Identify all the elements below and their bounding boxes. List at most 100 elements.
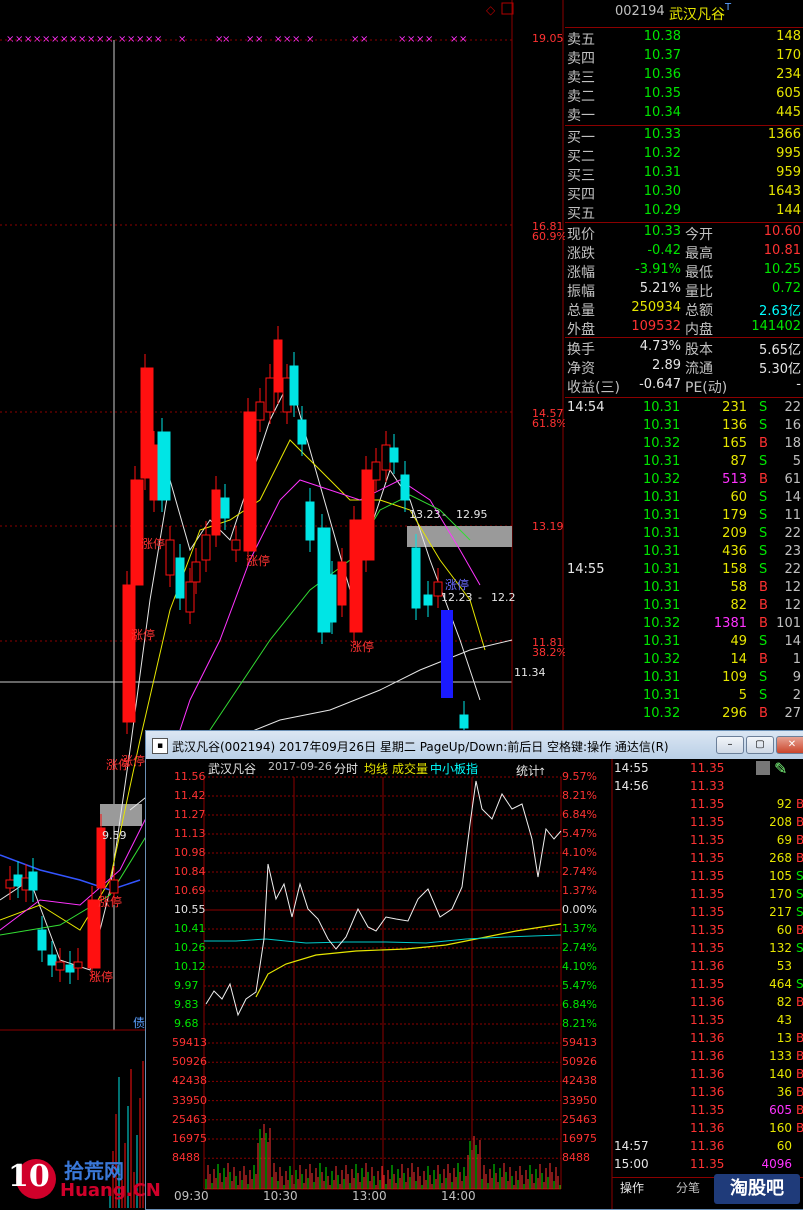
popup-tick-price: 11.36 [690, 1049, 725, 1063]
row-volume: 170 [776, 48, 801, 63]
candle-body [255, 401, 265, 421]
square-icon [501, 2, 514, 15]
tick-flag: S [759, 526, 768, 541]
popup-tick-price: 11.35 [690, 941, 725, 955]
tick-price: 10.31 [643, 400, 681, 415]
scroll-box[interactable] [756, 761, 770, 775]
volume-axis-label: 50926 [172, 1055, 207, 1069]
popup-tick-price: 11.36 [690, 959, 725, 973]
candle-body [55, 961, 65, 971]
minimize-button[interactable]: – [716, 736, 744, 754]
limit-up-label: 涨停 [98, 895, 123, 909]
price-axis-label: 11.13 [174, 827, 206, 840]
tick-volume: 109 [722, 670, 747, 685]
tick-flag: S [759, 490, 768, 505]
popup-titlebar[interactable]: ▪ 武汉凡谷(002194) 2017年09月26日 星期二 PageUp/Do… [146, 731, 803, 759]
candle-body [381, 444, 391, 471]
price-axis-label: 10.26 [174, 941, 206, 954]
tick-row: 10.32 513 B 61 [565, 472, 803, 490]
tick-volume: 136 [722, 418, 747, 433]
tick-price: 10.31 [643, 634, 681, 649]
popup-tick-row: 11.36 36 B [612, 1085, 803, 1103]
candle-body [13, 874, 23, 887]
row-label: 买二 [567, 149, 595, 165]
candle-body [273, 339, 283, 393]
tick-row: 10.31 136 S 16 [565, 418, 803, 436]
popup-tick-list: 14:55 11.35 14:56 11.33 11.35 92 B 11.35 208 B 11.… [612, 759, 803, 1179]
volume-axis-label: 42438 [562, 1074, 597, 1088]
info-value: 5.30亿 [759, 362, 801, 377]
popup-tick-price: 11.35 [690, 851, 725, 865]
row-label: 卖四 [567, 51, 595, 67]
tick-row: 10.32 14 B 1 [565, 652, 803, 670]
intraday-popup-window[interactable]: ▪ 武汉凡谷(002194) 2017年09月26日 星期二 PageUp/Do… [145, 730, 803, 1210]
popup-tick-price: 11.35 [690, 797, 725, 811]
tab-operate[interactable]: 操作 [620, 1179, 644, 1196]
popup-tick-volume: 605 [769, 1103, 792, 1117]
popup-tick-row: 14:56 11.33 [612, 779, 803, 797]
popup-stock-name: 武汉凡谷 [208, 762, 257, 776]
row-volume: 1366 [767, 127, 801, 142]
row-label: 卖五 [567, 32, 595, 48]
tick-price: 10.31 [643, 562, 681, 577]
volume-axis-label: 50926 [562, 1055, 597, 1069]
candle-body [411, 547, 421, 609]
row-price: 10.38 [643, 29, 681, 44]
row-volume: 959 [776, 165, 801, 180]
popup-tick-flag: S [796, 905, 803, 919]
price-axis-label: 10.69 [174, 884, 206, 897]
row-volume: 605 [776, 86, 801, 101]
tick-volume: 5 [738, 688, 747, 703]
fib-label: 61.8% [532, 417, 567, 430]
row-volume: 445 [776, 105, 801, 120]
price-axis-label: 9.68 [174, 1017, 199, 1030]
tick-row: 10.32 1381 B 101 [565, 616, 803, 634]
popup-tick-volume: 160 [769, 1121, 792, 1135]
pct-axis-label: 8.21% [562, 789, 597, 802]
time-axis-label: 10:30 [263, 1189, 298, 1203]
limit-up-label: 涨停 [106, 758, 131, 772]
info-value: 4.73% [639, 339, 681, 354]
candle-body [87, 899, 101, 969]
quote-row: 买五 10.29 144 [565, 203, 803, 222]
tab-ticks[interactable]: 分笔 [676, 1179, 700, 1196]
price-axis-label: 11.56 [174, 770, 206, 783]
popup-tick-row: 11.36 82 B [612, 995, 803, 1013]
popup-tick-volume: 464 [769, 977, 792, 991]
close-button[interactable]: ✕ [776, 736, 803, 754]
popup-tick-volume: 43 [776, 1013, 792, 1027]
tick-volume: 82 [730, 598, 747, 613]
info-row: 换手 4.73% 股本 5.65亿 [565, 339, 803, 358]
candle-body [157, 431, 171, 501]
candle-body [37, 929, 47, 951]
candle-body [243, 411, 257, 552]
time-axis-label: 09:30 [174, 1189, 209, 1203]
candle-body [130, 479, 144, 586]
maximize-button[interactable]: ▢ [746, 736, 774, 754]
candle-body [297, 419, 307, 445]
pct-axis-label: 8.21% [562, 1017, 597, 1030]
popup-tick-price: 11.33 [690, 779, 725, 793]
candle-body [149, 444, 159, 501]
tick-price: 10.32 [643, 706, 681, 721]
row-label: 买五 [567, 206, 595, 222]
popup-tick-flag: S [796, 941, 803, 955]
popup-tick-time: 14:57 [614, 1139, 649, 1153]
stock-name[interactable]: 武汉凡谷 [669, 4, 725, 24]
quote-row: 卖五 10.38 148 [565, 29, 803, 48]
tick-volume: 87 [730, 454, 747, 469]
pencil-icon[interactable]: ✎ [774, 759, 787, 778]
stat-row: 现价 10.33 今开 10.60 [565, 224, 803, 243]
popup-date: 2017-09-26 [268, 760, 332, 773]
info-label: 换手 [567, 342, 595, 358]
stat-label: 今开 [685, 227, 713, 243]
popup-tick-row: 11.35 217 S [612, 905, 803, 923]
popup-tick-flag: B [796, 995, 803, 1009]
brand-url: Huang.CN [60, 1180, 161, 1201]
pct-axis-label: 9.57% [562, 770, 597, 783]
popup-tick-row: 11.35 170 S [612, 887, 803, 905]
quote-row: 买二 10.32 995 [565, 146, 803, 165]
stat-button[interactable]: 统计 [516, 762, 540, 779]
popup-tick-row: 11.36 53 [612, 959, 803, 977]
tick-volume: 158 [722, 562, 747, 577]
